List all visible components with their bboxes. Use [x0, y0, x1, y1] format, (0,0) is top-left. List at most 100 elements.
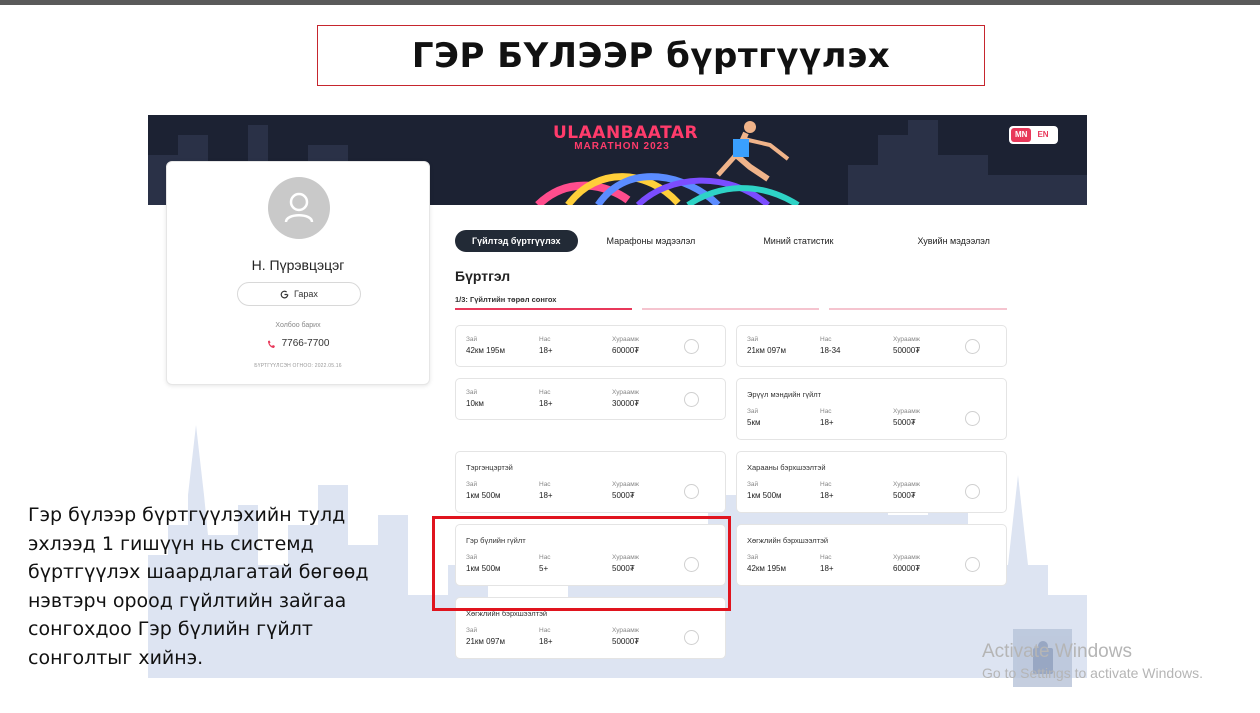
step-bar-2: [642, 308, 819, 310]
race-age: Нас 18+: [539, 336, 553, 355]
race-distance: Зай 21км 097м: [466, 627, 505, 646]
race-age-value: 18+: [539, 399, 553, 408]
race-card[interactable]: Зай 42км 195м Нас 18+ Хураамж 60000₮: [455, 325, 726, 367]
race-age: Нас 18+: [820, 481, 834, 500]
main-tabs: Гүйлтэд бүртгүүлэх Марафоны мэдээлэл Мин…: [455, 230, 1015, 252]
race-card[interactable]: Эрүүл мэндийн гүйлт Зай 5км Нас 18+ Хураамж 50…: [736, 378, 1007, 440]
marathon-logo: ULAANBAATAR MARATHON 2023: [553, 123, 699, 152]
race-distance-value: 21км 097м: [466, 637, 505, 646]
race-distance: Зай 1км 500м: [747, 481, 782, 500]
race-distance-label: Зай: [466, 481, 478, 488]
race-age-value: 18+: [539, 491, 553, 500]
race-fee: Хураамж 60000₮: [612, 336, 639, 355]
logout-button[interactable]: Гарах: [237, 282, 361, 306]
race-distance-label: Зай: [466, 389, 478, 396]
tab-marathon-info[interactable]: Марафоны мэдээлэл: [590, 230, 713, 252]
race-age-label: Нас: [820, 408, 832, 415]
race-distance: Зай 1км 500м: [466, 481, 501, 500]
race-fee: Хураамж 5000₮: [893, 408, 920, 427]
race-radio[interactable]: [965, 411, 980, 426]
race-fee-label: Хураамж: [612, 389, 640, 396]
profile-name: Н. Пүрэвцэцэг: [251, 257, 345, 273]
step-bar-3: [829, 308, 1007, 310]
race-card[interactable]: Харааны бэрхшээлтэй Зай 1км 500м Нас 18+ Хура…: [736, 451, 1007, 513]
slide-description: Гэр бүлээр бүртгүүлэхийн тулд эхлээд 1 г…: [28, 504, 369, 669]
race-distance-label: Зай: [747, 336, 759, 343]
watermark-line-2: Go to Settings to activate Windows.: [982, 665, 1203, 681]
race-radio[interactable]: [684, 630, 699, 645]
race-fee-value: 5000₮: [893, 491, 916, 500]
user-icon: [284, 192, 314, 223]
race-fee: Хураамж 60000₮: [893, 554, 920, 573]
race-radio[interactable]: [684, 484, 699, 499]
lang-en-button[interactable]: EN: [1033, 128, 1052, 142]
phone-number: 7766-7700: [281, 338, 330, 349]
race-distance: Зай 5км: [747, 408, 760, 427]
race-fee: Хураамж 30000₮: [612, 389, 639, 408]
race-age-label: Нас: [539, 336, 551, 343]
race-fee: Хураамж 5000₮: [612, 481, 639, 500]
race-distance-label: Зай: [466, 336, 478, 343]
race-fee-value: 30000₮: [612, 399, 640, 408]
race-fee-label: Хураамж: [893, 408, 921, 415]
tab-personal-info[interactable]: Хувийн мэдээлэл: [900, 230, 1006, 252]
race-age-value: 18+: [539, 637, 553, 646]
race-age: Нас 18+: [539, 389, 553, 408]
race-distance-value: 42км 195м: [466, 346, 505, 355]
race-radio[interactable]: [965, 339, 980, 354]
race-radio[interactable]: [965, 484, 980, 499]
race-age-value: 18+: [820, 418, 834, 427]
race-title: Харааны бэрхшээлтэй: [747, 463, 826, 472]
phone-row: 7766-7700: [167, 338, 429, 349]
race-fee-label: Хураамж: [612, 627, 640, 634]
race-card[interactable]: Тэргэнцэртэй Зай 1км 500м Нас 18+ Хураамж 5000…: [455, 451, 726, 513]
race-card[interactable]: Зай 21км 097м Нас 18-34 Хураамж 50000₮: [736, 325, 1007, 367]
tab-my-statistics[interactable]: Миний статистик: [746, 230, 850, 252]
watermark-line-1: Activate Windows: [982, 641, 1132, 662]
race-fee-value: 60000₮: [612, 346, 640, 355]
step-label: 1/3: Гүйлтийн төрөл сонгох: [455, 295, 557, 304]
race-fee-label: Хураамж: [612, 481, 640, 488]
race-fee-label: Хураамж: [893, 481, 921, 488]
avatar: [268, 177, 330, 239]
race-age: Нас 18+: [539, 481, 553, 500]
race-radio[interactable]: [684, 339, 699, 354]
activate-windows-watermark: Activate Windows Go to Settings to activ…: [982, 641, 1203, 681]
lang-mn-button[interactable]: MN: [1011, 128, 1032, 142]
phone-icon: [267, 340, 275, 348]
race-distance-value: 1км 500м: [747, 491, 782, 500]
race-fee: Хураамж 50000₮: [893, 336, 920, 355]
race-age-label: Нас: [539, 389, 551, 396]
race-fee-value: 5000₮: [893, 418, 916, 427]
race-title: Эрүүл мэндийн гүйлт: [747, 390, 822, 399]
registered-date: БҮРТГҮҮЛСЭН ОГНОО: 2022.05.16: [254, 363, 342, 369]
race-radio[interactable]: [684, 392, 699, 407]
race-fee-value: 50000₮: [893, 346, 921, 355]
tab-register[interactable]: Гүйлтэд бүртгүүлэх: [455, 230, 578, 252]
race-age: Нас 18-34: [820, 336, 840, 355]
google-icon: [280, 290, 289, 298]
race-age-value: 18+: [820, 491, 834, 500]
race-distance: Зай 42км 195м: [466, 336, 505, 355]
race-card[interactable]: Хөгжлийн бэрхшээлтэй Зай 42км 195м Нас 18+ Ху…: [736, 524, 1007, 586]
race-age-label: Нас: [539, 481, 551, 488]
race-distance-value: 1км 500м: [466, 491, 501, 500]
race-age-label: Нас: [820, 481, 832, 488]
race-radio[interactable]: [965, 557, 980, 572]
logout-label: Гарах: [294, 289, 318, 299]
race-distance: Зай 21км 097м: [747, 336, 786, 355]
race-age: Нас 18+: [820, 408, 834, 427]
race-fee: Хураамж 5000₮: [893, 481, 920, 500]
race-card[interactable]: Зай 10км Нас 18+ Хураамж 30000₮: [455, 378, 726, 420]
race-distance-value: 42км 195м: [747, 564, 786, 573]
race-age-value: 18-34: [820, 346, 841, 355]
logo-line-1: ULAANBAATAR: [553, 123, 699, 143]
race-distance-label: Зай: [747, 481, 759, 488]
profile-card: Н. Пүрэвцэцэг Гарах Холбоо барих 7766-77…: [166, 161, 430, 385]
race-fee-value: 50000₮: [612, 637, 640, 646]
race-distance-label: Зай: [747, 408, 759, 415]
race-distance: Зай 10км: [466, 389, 484, 408]
race-age-value: 18+: [539, 346, 553, 355]
contact-label: Холбоо барих: [275, 322, 321, 329]
section-title: Бүртгэл: [455, 268, 511, 284]
